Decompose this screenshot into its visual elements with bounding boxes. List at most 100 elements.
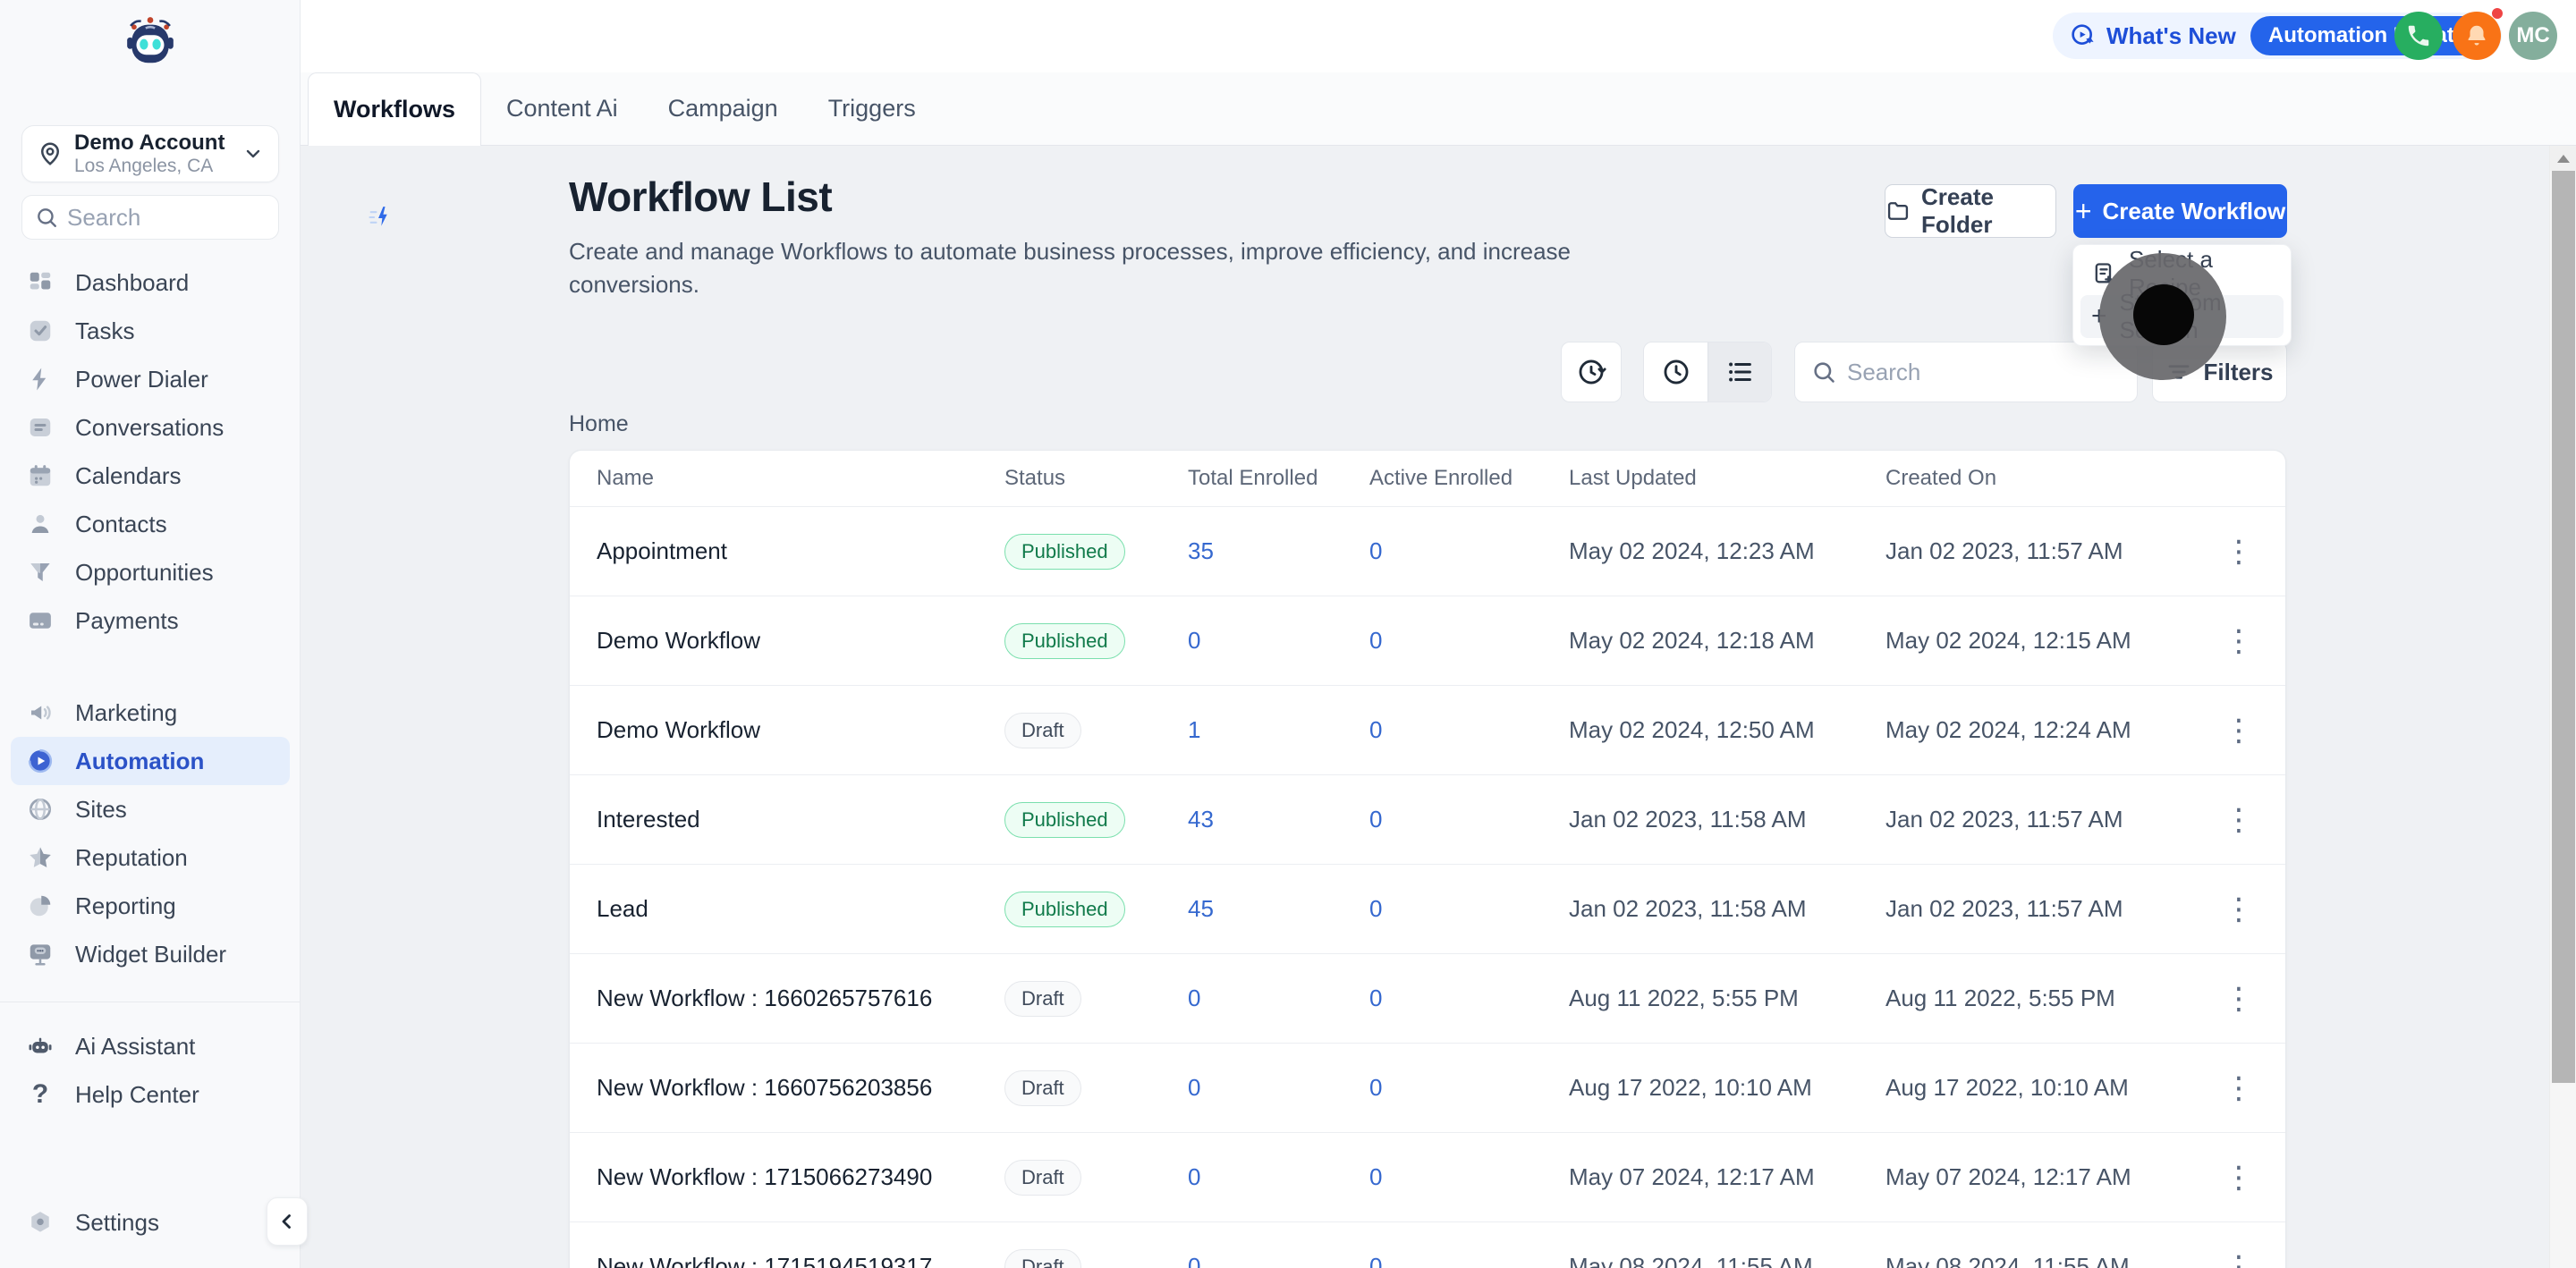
- dashboard-icon: [27, 269, 54, 296]
- active-enrolled-link[interactable]: 0: [1369, 985, 1569, 1012]
- table-row[interactable]: Interested Published 43 0 Jan 02 2023, 1…: [570, 774, 2285, 864]
- total-enrolled-link[interactable]: 0: [1188, 1163, 1369, 1191]
- phone-button[interactable]: [2394, 12, 2443, 60]
- total-enrolled-link[interactable]: 35: [1188, 537, 1369, 565]
- workflow-name[interactable]: Lead: [597, 895, 1004, 923]
- tab-triggers[interactable]: Triggers: [803, 72, 941, 145]
- sidebar-item-power-dialer[interactable]: Power Dialer: [0, 355, 301, 403]
- col-header-name[interactable]: Name: [597, 466, 1004, 491]
- history-button[interactable]: [1561, 342, 1622, 402]
- total-enrolled-link[interactable]: 0: [1188, 1074, 1369, 1102]
- active-enrolled-link[interactable]: 0: [1369, 716, 1569, 744]
- workflow-name[interactable]: New Workflow : 1715194519317: [597, 1253, 1004, 1268]
- total-enrolled-link[interactable]: 43: [1188, 806, 1369, 833]
- plus-icon: +: [2075, 198, 2092, 224]
- row-menu-button[interactable]: ⋮: [2224, 1164, 2254, 1191]
- sidebar-search-input[interactable]: [67, 204, 367, 232]
- scrollbar[interactable]: [2549, 146, 2576, 1268]
- workflow-name[interactable]: New Workflow : 1715066273490: [597, 1163, 1004, 1191]
- workflow-name[interactable]: Interested: [597, 806, 1004, 833]
- table-row[interactable]: New Workflow : 1715066273490 Draft 0 0 M…: [570, 1132, 2285, 1222]
- workflow-name[interactable]: Demo Workflow: [597, 627, 1004, 655]
- create-folder-button[interactable]: Create Folder: [1885, 184, 2056, 238]
- table-row[interactable]: New Workflow : 1660756203856 Draft 0 0 A…: [570, 1043, 2285, 1132]
- active-enrolled-link[interactable]: 0: [1369, 806, 1569, 833]
- row-menu-button[interactable]: ⋮: [2224, 538, 2254, 565]
- sidebar-item-widget-builder[interactable]: Widget Builder: [0, 930, 301, 978]
- active-enrolled-link[interactable]: 0: [1369, 895, 1569, 923]
- active-enrolled-link[interactable]: 0: [1369, 1074, 1569, 1102]
- notifications-button[interactable]: [2453, 12, 2501, 60]
- sidebar-item-reputation[interactable]: Reputation: [0, 833, 301, 882]
- row-menu-button[interactable]: ⋮: [2224, 985, 2254, 1012]
- col-header-created-on[interactable]: Created On: [1885, 466, 2207, 491]
- row-menu-button[interactable]: ⋮: [2224, 1075, 2254, 1102]
- sidebar-item-calendars[interactable]: Calendars: [0, 452, 301, 500]
- menu-item-start-from-scratch[interactable]: + Start from Scratch: [2080, 295, 2284, 338]
- quick-actions-bolt-icon[interactable]: [367, 205, 392, 230]
- row-menu-button[interactable]: ⋮: [2224, 807, 2254, 833]
- row-menu-button[interactable]: ⋮: [2224, 1254, 2254, 1268]
- active-enrolled-link[interactable]: 0: [1369, 1253, 1569, 1268]
- table-row[interactable]: Demo Workflow Published 0 0 May 02 2024,…: [570, 596, 2285, 685]
- table-row[interactable]: New Workflow : 1660265757616 Draft 0 0 A…: [570, 953, 2285, 1043]
- row-menu-button[interactable]: ⋮: [2224, 628, 2254, 655]
- table-row[interactable]: Appointment Published 35 0 May 02 2024, …: [570, 506, 2285, 596]
- sidebar-item-contacts[interactable]: Contacts: [0, 500, 301, 548]
- sidebar-item-dashboard[interactable]: Dashboard: [0, 258, 301, 307]
- scrollbar-up-arrow[interactable]: [2550, 146, 2576, 171]
- sidebar-nav: Dashboard Tasks Power Dialer Conversatio…: [0, 258, 301, 1119]
- status-badge: Published: [1004, 892, 1125, 927]
- row-menu-button[interactable]: ⋮: [2224, 717, 2254, 744]
- avatar[interactable]: MC: [2509, 12, 2557, 60]
- workflow-name[interactable]: Demo Workflow: [597, 716, 1004, 744]
- sidebar-item-sites[interactable]: Sites: [0, 785, 301, 833]
- workflow-name[interactable]: Appointment: [597, 537, 1004, 565]
- total-enrolled-link[interactable]: 0: [1188, 985, 1369, 1012]
- workflow-search-input[interactable]: [1847, 359, 2147, 386]
- total-enrolled-link[interactable]: 0: [1188, 1253, 1369, 1268]
- sidebar-collapse-button[interactable]: [267, 1197, 308, 1246]
- table-row[interactable]: Demo Workflow Draft 1 0 May 02 2024, 12:…: [570, 685, 2285, 774]
- sidebar-item-payments[interactable]: Payments: [0, 596, 301, 645]
- sidebar-item-settings[interactable]: Settings: [0, 1198, 301, 1247]
- active-enrolled-link[interactable]: 0: [1369, 1163, 1569, 1191]
- sidebar-item-marketing[interactable]: Marketing: [0, 689, 301, 737]
- view-toggle: [1643, 342, 1772, 402]
- row-menu-button[interactable]: ⋮: [2224, 896, 2254, 923]
- status-badge: Draft: [1004, 1160, 1081, 1196]
- chevron-down-icon: [242, 143, 264, 165]
- sidebar-item-opportunities[interactable]: Opportunities: [0, 548, 301, 596]
- create-workflow-button[interactable]: + Create Workflow: [2073, 184, 2287, 238]
- total-enrolled-link[interactable]: 1: [1188, 716, 1369, 744]
- sidebar-item-conversations[interactable]: Conversations: [0, 403, 301, 452]
- total-enrolled-link[interactable]: 45: [1188, 895, 1369, 923]
- active-enrolled-link[interactable]: 0: [1369, 627, 1569, 655]
- col-header-last-updated[interactable]: Last Updated: [1569, 466, 1885, 491]
- active-enrolled-link[interactable]: 0: [1369, 537, 1569, 565]
- col-header-total-enrolled[interactable]: Total Enrolled: [1188, 466, 1369, 491]
- last-updated: May 02 2024, 12:18 AM: [1569, 627, 1885, 655]
- sidebar-item-ai-assistant[interactable]: Ai Assistant: [0, 1022, 301, 1070]
- sidebar-item-help-center[interactable]: ? Help Center: [0, 1070, 301, 1119]
- table-row[interactable]: New Workflow : 1715194519317 Draft 0 0 M…: [570, 1222, 2285, 1268]
- view-toggle-history[interactable]: [1644, 342, 1707, 402]
- sidebar-item-automation[interactable]: Automation: [11, 737, 290, 785]
- total-enrolled-link[interactable]: 0: [1188, 627, 1369, 655]
- phone-icon: [2405, 22, 2432, 49]
- tab-workflows[interactable]: Workflows: [308, 72, 481, 146]
- breadcrumb[interactable]: Home: [569, 411, 629, 437]
- view-toggle-list[interactable]: [1707, 342, 1771, 402]
- col-header-active-enrolled[interactable]: Active Enrolled: [1369, 466, 1569, 491]
- table-row[interactable]: Lead Published 45 0 Jan 02 2023, 11:58 A…: [570, 864, 2285, 953]
- workflow-name[interactable]: New Workflow : 1660756203856: [597, 1074, 1004, 1102]
- sidebar-item-reporting[interactable]: Reporting: [0, 882, 301, 930]
- sidebar-item-tasks[interactable]: Tasks: [0, 307, 301, 355]
- tab-content-ai[interactable]: Content Ai: [481, 72, 643, 145]
- filters-button[interactable]: Filters: [2152, 342, 2287, 402]
- tab-campaign[interactable]: Campaign: [643, 72, 803, 145]
- col-header-status[interactable]: Status: [1004, 466, 1188, 491]
- scrollbar-thumb[interactable]: [2552, 171, 2575, 1083]
- account-switcher[interactable]: Demo Account Los Angeles, CA: [21, 125, 279, 182]
- workflow-name[interactable]: New Workflow : 1660265757616: [597, 985, 1004, 1012]
